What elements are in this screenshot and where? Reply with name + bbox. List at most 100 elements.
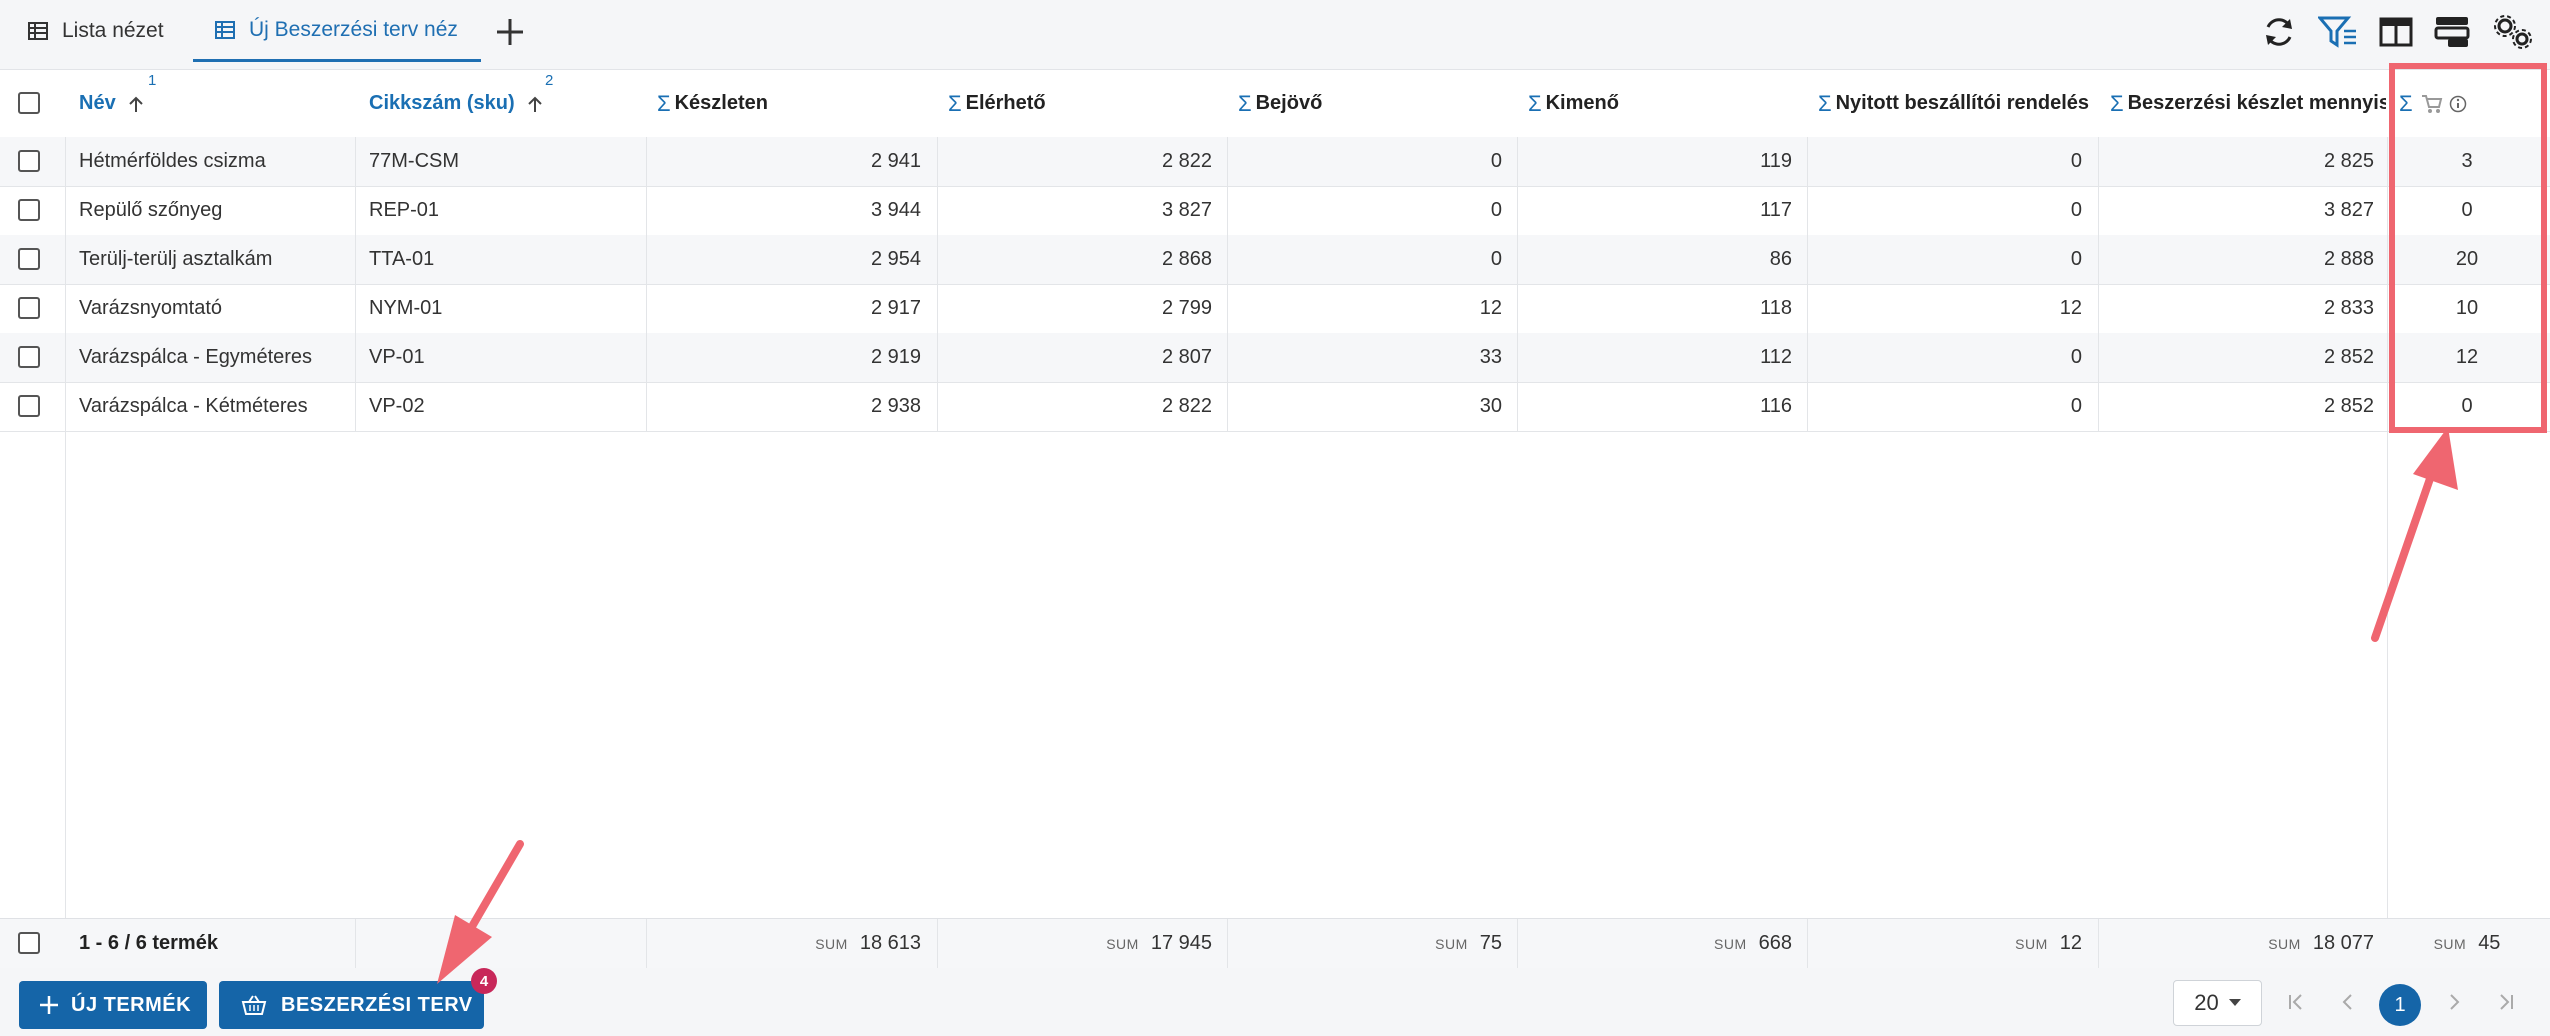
refresh-icon[interactable] xyxy=(2259,12,2299,52)
table-cell: 3 827 xyxy=(2323,199,2374,221)
table-cell: 2 833 xyxy=(2323,297,2374,319)
info-icon[interactable] xyxy=(2449,95,2467,113)
tab-list-view[interactable]: Lista nézet xyxy=(28,0,164,62)
table-cell: 2 825 xyxy=(2323,150,2374,172)
table-cell: Varázspálca - Kétméteres xyxy=(79,395,308,417)
column-divider xyxy=(65,137,66,967)
column-header-procurement-quantity[interactable]: Σ Beszerzési készlet mennyis xyxy=(2110,70,2386,137)
column-header-available[interactable]: Σ Elérhető xyxy=(948,70,1218,137)
new-product-button[interactable]: ÚJ TERMÉK xyxy=(19,981,207,1029)
button-label: BESZERZÉSI TERV xyxy=(281,993,473,1016)
table-cell: 2 822 xyxy=(1161,150,1212,172)
table-cell: 86 xyxy=(1769,248,1792,270)
table-cell: 0 xyxy=(2070,248,2082,270)
sum-value: 668 xyxy=(1758,932,1792,954)
column-label: Beszerzési készlet mennyis xyxy=(2127,92,2386,114)
row-checkbox[interactable] xyxy=(18,395,40,417)
previous-page-icon[interactable] xyxy=(2330,980,2366,1024)
table-cell: 0 xyxy=(2461,395,2473,417)
column-label: Nyitott beszállítói rendelés xyxy=(1835,92,2089,114)
button-label: ÚJ TERMÉK xyxy=(71,993,192,1016)
sum-icon: Σ xyxy=(948,90,962,116)
sum-value: 17 945 xyxy=(1150,932,1212,954)
table-row[interactable]: Hétmérföldes csizma 77M-CSM 2 941 2 822 0 119… xyxy=(0,137,2550,187)
filter-icon[interactable] xyxy=(2318,12,2358,52)
column-label: Cikkszám (sku) xyxy=(369,92,515,114)
plus-icon xyxy=(40,996,58,1014)
row-checkbox[interactable] xyxy=(18,150,40,172)
sum-icon: Σ xyxy=(1238,90,1252,116)
column-header-name[interactable]: Név xyxy=(79,70,349,137)
cart-icon xyxy=(2421,94,2442,113)
table-cell: 0 xyxy=(2070,150,2082,172)
table-row[interactable]: Terülj-terülj asztalkám TTA-01 2 954 2 868 0… xyxy=(0,235,2550,285)
column-header-sku[interactable]: Cikkszám (sku) xyxy=(369,70,639,137)
table-row[interactable]: Varázspálca - Kétméteres VP-02 2 938 2 822 3… xyxy=(0,382,2550,432)
sum-label: SUM xyxy=(1106,935,1139,952)
table-cell: 30 xyxy=(1479,395,1502,417)
layout-icon[interactable] xyxy=(2432,12,2472,52)
bottom-action-bar: ÚJ TERMÉK BESZERZÉSI TERV 4 xyxy=(0,968,2550,1036)
row-checkbox[interactable] xyxy=(18,248,40,270)
notification-badge: 4 xyxy=(471,968,497,994)
table-cell: NYM-01 xyxy=(369,297,443,319)
table-cell: 12 xyxy=(2059,297,2082,319)
table-cell: 112 xyxy=(1760,346,1792,368)
next-page-icon[interactable] xyxy=(2436,980,2472,1024)
sum-cell: SUM 12 xyxy=(1808,919,2082,968)
table-cell: VP-02 xyxy=(369,395,425,417)
sum-value: 18 077 xyxy=(2312,932,2374,954)
table-cell: 2 822 xyxy=(1161,395,1212,417)
table-cell: Repülő szőnyeg xyxy=(79,199,223,221)
column-header-outgoing[interactable]: Σ Kimenő xyxy=(1528,70,1798,137)
sum-cell: SUM 18 077 xyxy=(2098,919,2374,968)
table-cell: 118 xyxy=(1760,297,1792,319)
table-cell: 2 954 xyxy=(870,248,921,270)
table-row[interactable]: Varázsnyomtató NYM-01 2 917 2 799 12 118 12 2 8… xyxy=(0,284,2550,334)
row-checkbox[interactable] xyxy=(18,297,40,319)
table-cell: 2 807 xyxy=(1161,346,1212,368)
table-cell: 0 xyxy=(2070,346,2082,368)
table-cell: 77M-CSM xyxy=(369,150,460,172)
column-header-stock[interactable]: Σ Készleten xyxy=(657,70,927,137)
procurement-plan-button[interactable]: BESZERZÉSI TERV xyxy=(219,981,484,1029)
top-tab-bar: Lista nézet Új Beszerzési terv néz xyxy=(0,0,2550,70)
table-cell: 2 917 xyxy=(870,297,921,319)
sum-label: SUM xyxy=(1435,935,1468,952)
sum-label: SUM xyxy=(2433,935,2467,952)
current-page-button[interactable]: 1 xyxy=(2379,984,2421,1026)
sum-cell: SUM 75 xyxy=(1228,919,1502,968)
cell-divider xyxy=(355,137,356,186)
column-header-open-supplier-order[interactable]: Σ Nyitott beszállítói rendelés xyxy=(1818,70,2094,137)
sum-icon: Σ xyxy=(657,90,671,116)
select-all-checkbox[interactable] xyxy=(18,92,40,114)
table-row[interactable]: Varázspálca - Egyméteres VP-01 2 919 2 807 3… xyxy=(0,333,2550,383)
row-checkbox[interactable] xyxy=(18,346,40,368)
column-header-incoming[interactable]: Σ Bejövő xyxy=(1238,70,1508,137)
footer-checkbox[interactable] xyxy=(18,932,40,954)
table-cell: 119 xyxy=(1760,150,1792,172)
column-label: Név xyxy=(79,92,116,114)
table-cell: 2 941 xyxy=(870,150,921,172)
cell-divider xyxy=(355,235,356,284)
settings-icon[interactable] xyxy=(2490,12,2536,52)
column-header-cart-quantity[interactable]: Σ xyxy=(2399,70,2539,137)
basket-icon xyxy=(241,995,267,1015)
table-cell: Terülj-terülj asztalkám xyxy=(79,248,273,270)
table-cell: 2 852 xyxy=(2323,346,2374,368)
add-tab-icon[interactable] xyxy=(490,12,530,52)
table-cell: 20 xyxy=(2455,248,2479,270)
table-cell: 2 799 xyxy=(1161,297,1212,319)
sum-icon: Σ xyxy=(1528,90,1542,116)
row-checkbox[interactable] xyxy=(18,199,40,221)
cell-divider xyxy=(355,333,356,382)
first-page-icon[interactable] xyxy=(2278,980,2314,1024)
tab-new-procurement-view[interactable]: Új Beszerzési terv néz xyxy=(193,0,481,62)
page-size-select[interactable]: 20 xyxy=(2173,980,2262,1026)
columns-icon[interactable] xyxy=(2376,12,2416,52)
sum-label: SUM xyxy=(2015,935,2048,952)
table-cell: Hétmérföldes csizma xyxy=(79,150,266,172)
table-row[interactable]: Repülő szőnyeg REP-01 3 944 3 827 0 117 0 3 827… xyxy=(0,186,2550,236)
last-page-icon[interactable] xyxy=(2488,980,2524,1024)
table-cell: 117 xyxy=(1760,199,1792,221)
